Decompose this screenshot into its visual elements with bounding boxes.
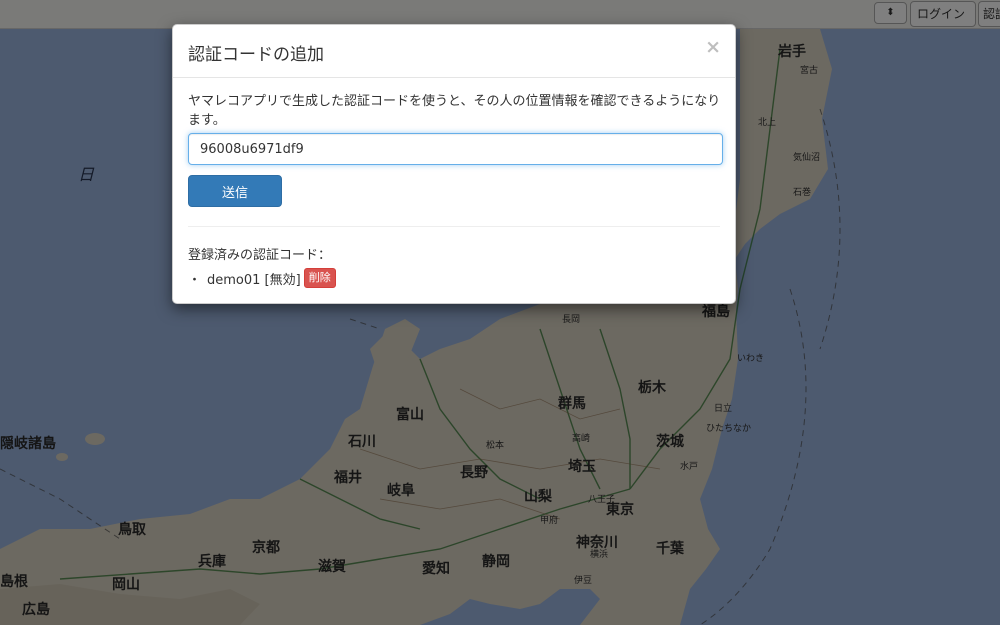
add-auth-code-dialog: 認証コードの追加 × ヤマレコアプリで生成した認証コードを使うと、その人の位置情… <box>172 24 736 304</box>
modal-header: 認証コードの追加 × <box>173 25 735 78</box>
auth-code-input[interactable] <box>188 133 723 165</box>
divider <box>188 226 720 227</box>
close-icon[interactable]: × <box>705 37 721 57</box>
modal-body: ヤマレコアプリで生成した認証コードを使うと、その人の位置情報を確認できるようにな… <box>173 78 735 288</box>
list-item: ・ demo01 [無効] 削除 <box>188 268 720 288</box>
delete-button[interactable]: 削除 <box>303 268 336 288</box>
bullet: ・ <box>188 272 202 288</box>
submit-button[interactable]: 送信 <box>188 175 282 207</box>
registered-codes-label: 登録済みの認証コード： <box>188 248 332 263</box>
modal-title: 認証コードの追加 <box>188 45 324 65</box>
description-text: ヤマレコアプリで生成した認証コードを使うと、その人の位置情報を確認できるようにな… <box>188 94 721 128</box>
registered-code-text: demo01 [無効] <box>207 272 301 288</box>
